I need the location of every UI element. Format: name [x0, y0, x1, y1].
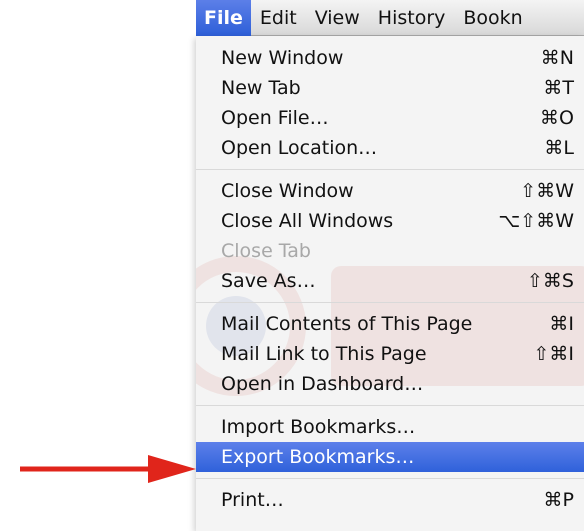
menu-file[interactable]: File [196, 0, 251, 36]
menu-item-shortcut: ⌘L [544, 137, 574, 159]
menu-item-label: Close All Windows [221, 210, 394, 232]
menu-separator [196, 169, 584, 170]
menu-item-shortcut: ⇧⌘I [533, 343, 574, 365]
menu-item-open-in-dashboard[interactable]: Open in Dashboard… [196, 369, 584, 399]
menu-item-new-window[interactable]: New Window ⌘N [196, 43, 584, 73]
menu-separator [196, 478, 584, 479]
screenshot-stage: File Edit View History Bookn New Window ⌘… [0, 0, 584, 531]
menu-item-open-location[interactable]: Open Location… ⌘L [196, 133, 584, 163]
menu-item-label: Mail Contents of This Page [221, 313, 473, 335]
menu-item-shortcut: ⌥⇧⌘W [498, 210, 574, 232]
menu-item-label: Close Tab [221, 240, 311, 262]
menu-item-open-file[interactable]: Open File… ⌘O [196, 103, 584, 133]
menu-item-label: New Window [221, 47, 344, 69]
menu-item-label: Export Bookmarks… [221, 446, 415, 468]
menu-separator [196, 302, 584, 303]
menu-item-shortcut: ⌘O [540, 107, 574, 129]
menu-item-shortcut: ⇧⌘W [520, 180, 574, 202]
menu-item-print[interactable]: Print… ⌘P [196, 485, 584, 515]
menu-separator [196, 405, 584, 406]
menu-history[interactable]: History [369, 0, 455, 36]
menu-item-mail-contents-of-this-page[interactable]: Mail Contents of This Page ⌘I [196, 309, 584, 339]
menu-item-shortcut: ⌘P [543, 489, 574, 511]
menu-item-label: Import Bookmarks… [221, 416, 416, 438]
menu-item-label: Mail Link to This Page [221, 343, 427, 365]
menu-item-import-bookmarks[interactable]: Import Bookmarks… [196, 412, 584, 442]
menu-item-shortcut: ⌘I [549, 313, 574, 335]
menu-item-label: Open Location… [221, 137, 378, 159]
menu-item-label: Print… [221, 489, 284, 511]
menu-item-mail-link-to-this-page[interactable]: Mail Link to This Page ⇧⌘I [196, 339, 584, 369]
menu-item-save-as[interactable]: Save As… ⇧⌘S [196, 266, 584, 296]
menu-item-shortcut: ⌘N [540, 47, 574, 69]
menu-item-label: Open in Dashboard… [221, 373, 424, 395]
menu-item-label: Save As… [221, 270, 316, 292]
menu-view[interactable]: View [306, 0, 369, 36]
menu-item-label: Open File… [221, 107, 329, 129]
menu-edit[interactable]: Edit [251, 0, 306, 36]
menu-item-shortcut: ⌘T [543, 77, 574, 99]
menu-item-label: New Tab [221, 77, 301, 99]
file-menu-dropdown: New Window ⌘N New Tab ⌘T Open File… ⌘O Open Lo… [196, 36, 584, 531]
menu-item-close-window[interactable]: Close Window ⇧⌘W [196, 176, 584, 206]
menu-item-export-bookmarks[interactable]: Export Bookmarks… [196, 442, 584, 472]
menu-bookmarks[interactable]: Bookn [454, 0, 531, 36]
red-arrow-annotation [20, 455, 196, 483]
menu-item-new-tab[interactable]: New Tab ⌘T [196, 73, 584, 103]
menu-item-shortcut: ⇧⌘S [527, 270, 574, 292]
menu-item-close-tab: Close Tab [196, 236, 584, 266]
menu-bar: File Edit View History Bookn [196, 0, 584, 36]
menu-item-label: Close Window [221, 180, 354, 202]
menu-item-close-all-windows[interactable]: Close All Windows ⌥⇧⌘W [196, 206, 584, 236]
